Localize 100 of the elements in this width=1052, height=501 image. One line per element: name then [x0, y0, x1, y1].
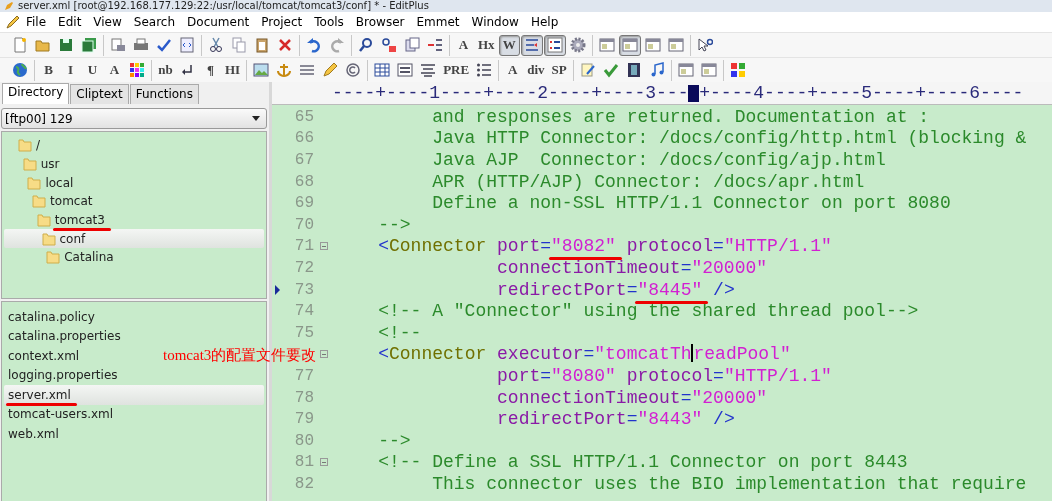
- menu-item[interactable]: Browser: [349, 15, 411, 29]
- list-entry[interactable]: tomcat-users.xml: [4, 404, 118, 424]
- code-line: port="8080" protocol="HTTP/1.1": [496, 365, 832, 386]
- window-icon: [621, 37, 638, 53]
- film-icon: [625, 62, 642, 78]
- code-line: connectionTimeout="20000": [496, 387, 768, 408]
- code-line: redirectPort="8443" />: [496, 409, 735, 430]
- list-entry[interactable]: logging.properties: [4, 365, 122, 385]
- menu-item[interactable]: Project: [255, 15, 309, 29]
- floppy-icon: [58, 37, 74, 53]
- tree-item[interactable]: tomcat3: [4, 210, 264, 230]
- window-icon: [644, 37, 661, 53]
- menu-item[interactable]: File: [20, 15, 53, 29]
- line-numbers-icon: [546, 37, 563, 53]
- settings-icon: [569, 37, 586, 53]
- list-entry[interactable]: catalina.policy: [4, 307, 99, 327]
- delete-icon: [277, 37, 293, 53]
- ruler-cursor-icon: [688, 84, 700, 102]
- tree-item[interactable]: tomcat: [4, 192, 264, 211]
- form-icon: [397, 62, 414, 78]
- menu-item[interactable]: Window: [465, 15, 525, 29]
- code-line: Define a non-SSL HTTP/1.1 Connector on port 8080: [431, 193, 951, 214]
- tree-item[interactable]: local: [4, 173, 264, 193]
- tree-item[interactable]: /: [4, 136, 264, 155]
- format-button[interactable]: A: [453, 34, 474, 56]
- format-button[interactable]: A: [502, 59, 524, 81]
- format-button[interactable]: W: [498, 34, 520, 56]
- code-line: redirectPort="8445" />: [335, 279, 735, 300]
- format-button[interactable]: HI: [222, 59, 244, 81]
- window-icon: [598, 37, 615, 53]
- menu-item[interactable]: Emmet: [410, 15, 466, 29]
- format-button[interactable]: Hx: [475, 34, 498, 56]
- line-number: 81: [293, 453, 314, 472]
- panel-tab[interactable]: Functions: [129, 84, 199, 104]
- code-line: Java AJP Connector: /docs/config/ajp.html: [431, 150, 886, 170]
- code-line: connectionTimeout="20000": [496, 257, 768, 278]
- list-entry[interactable]: web.xml: [4, 424, 63, 444]
- code-line: Java HTTP Connector: /docs/config/http.html (blocking &: [431, 128, 1027, 149]
- code-line: <Connector executor="tomcatTh readPool": [377, 344, 791, 365]
- copy-icon: [231, 37, 247, 53]
- align-center-icon: [420, 62, 437, 78]
- anchor-icon: [276, 62, 293, 78]
- fold-icon[interactable]: [320, 242, 328, 251]
- code-page-icon: [179, 37, 195, 53]
- menu-item[interactable]: Document: [181, 15, 256, 29]
- folder-icon: [32, 194, 47, 209]
- list-entry[interactable]: context.xml: [4, 346, 84, 366]
- code-line: <!-- A "Connector" using the shared thread pool-->: [377, 301, 919, 322]
- window-icon: [677, 62, 694, 78]
- format-button[interactable]: PRE: [440, 59, 473, 81]
- line-number: 77: [293, 366, 314, 385]
- line-number: 66: [293, 129, 314, 148]
- format-button[interactable]: div: [524, 59, 548, 81]
- tree-item[interactable]: conf: [4, 229, 264, 249]
- menu-item[interactable]: Search: [127, 15, 182, 29]
- format-button[interactable]: SP: [548, 59, 570, 81]
- panel-tab[interactable]: Cliptext: [70, 84, 129, 104]
- panel-tab[interactable]: Directory: [2, 83, 70, 104]
- menu-item[interactable]: Help: [524, 15, 565, 29]
- text-cursor: [691, 344, 694, 363]
- line-number: 65: [293, 107, 314, 126]
- line-number: 72: [293, 258, 314, 277]
- note-edit-icon: [579, 62, 596, 78]
- column-ruler: ----+----1----+----2----+----3--- +----4----+----5----+----6----: [272, 82, 1052, 105]
- replace-icon: [381, 37, 397, 53]
- line-number: 82: [293, 474, 314, 493]
- list-entry[interactable]: catalina.properties: [4, 326, 125, 346]
- line-number: 80: [293, 431, 314, 450]
- line-number: 71: [293, 237, 314, 256]
- horizontal-rule-icon: [299, 62, 316, 78]
- documents-icon: [404, 37, 420, 53]
- search-icon: [358, 37, 374, 53]
- format-button[interactable]: ¶: [200, 59, 221, 81]
- pencil-icon: [6, 15, 20, 29]
- folder-icon: [35, 37, 51, 53]
- line-number: 69: [293, 194, 314, 213]
- tree-item[interactable]: usr: [4, 154, 264, 174]
- format-button[interactable]: I: [60, 59, 81, 81]
- format-button[interactable]: U: [82, 59, 103, 81]
- menu-item[interactable]: View: [87, 15, 128, 29]
- help-icon: [696, 37, 713, 53]
- code-line: -->: [377, 214, 411, 235]
- color-grid-icon: [129, 62, 145, 78]
- globe-icon: [12, 62, 28, 78]
- tree-item[interactable]: Catalina: [4, 248, 264, 267]
- menu-item[interactable]: Edit: [52, 15, 88, 29]
- fold-icon[interactable]: [320, 458, 328, 467]
- drive-dropdown[interactable]: [ftp00] 129: [1, 108, 267, 129]
- format-button[interactable]: A: [104, 59, 125, 81]
- folder-icon: [41, 231, 56, 246]
- window-icon: [667, 37, 684, 53]
- menu-item[interactable]: Tools: [308, 15, 350, 29]
- music-note-icon: [648, 62, 665, 78]
- goto-line-icon: [427, 37, 443, 53]
- format-button[interactable]: nb: [155, 59, 176, 81]
- image-icon: [253, 62, 270, 78]
- toolbar-button[interactable]: [543, 34, 566, 56]
- fold-icon[interactable]: [320, 350, 328, 359]
- list-entry[interactable]: server.xml: [4, 385, 264, 405]
- format-button[interactable]: B: [38, 59, 59, 81]
